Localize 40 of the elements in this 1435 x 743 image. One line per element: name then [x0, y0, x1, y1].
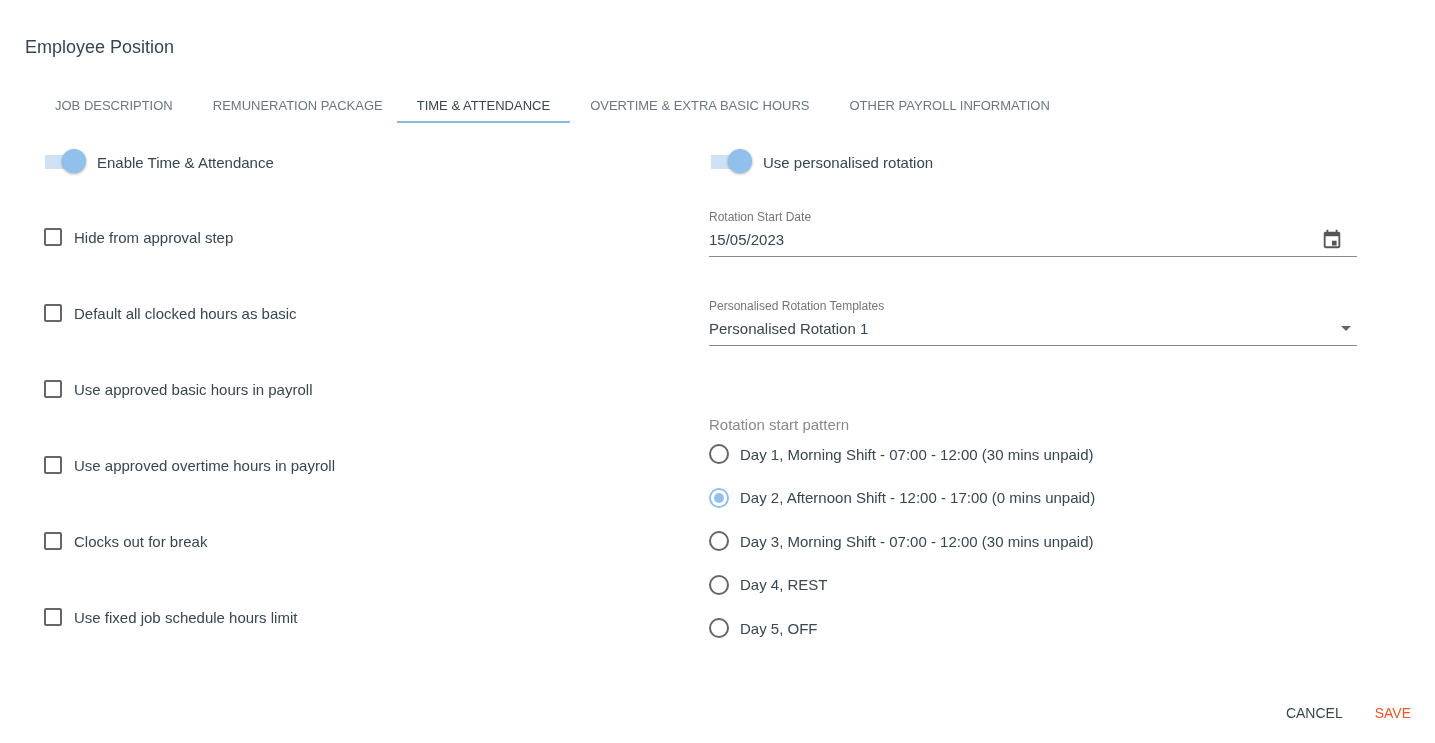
tab[interactable]: OTHER PAYROLL INFORMATION — [829, 89, 1070, 123]
checkbox-label: Default all clocked hours as basic — [74, 304, 297, 322]
save-button[interactable]: SAVE — [1360, 697, 1425, 729]
checkbox-label: Use approved overtime hours in payroll — [74, 456, 335, 474]
toggle-switch[interactable] — [709, 149, 753, 175]
field-label: Personalised Rotation Templates — [709, 299, 886, 313]
date-field[interactable]: 15/05/2023 — [709, 224, 1357, 257]
checkbox[interactable] — [44, 304, 62, 322]
radio-button[interactable] — [709, 444, 729, 464]
radio-button[interactable] — [709, 487, 729, 508]
field-label: Rotation Start Date — [709, 210, 813, 224]
checkbox[interactable] — [44, 608, 62, 626]
checkbox[interactable] — [44, 228, 62, 246]
radio-label: Day 4, REST — [740, 576, 828, 593]
template-dropdown[interactable]: Personalised Rotation 1 — [709, 313, 1357, 346]
tab[interactable]: JOB DESCRIPTION — [35, 89, 193, 123]
radio-label: Day 2, Afternoon Shift - 12:00 - 17:00 (0 mins unpaid) — [740, 489, 1096, 506]
calendar-icon[interactable] — [1321, 228, 1343, 250]
checkbox-label: Use fixed job schedule hours limit — [74, 608, 298, 626]
checkbox[interactable] — [44, 456, 62, 474]
tab[interactable]: OVERTIME & EXTRA BASIC HOURS — [570, 89, 830, 123]
radio-group-label: Rotation start pattern — [709, 416, 851, 435]
checkbox-label: Use approved basic hours in payroll — [74, 380, 313, 398]
radio-label: Day 1, Morning Shift - 07:00 - 12:00 (30 mins unpaid) — [740, 445, 1094, 463]
checkbox[interactable] — [44, 380, 62, 398]
radio-label: Day 5, OFF — [740, 619, 818, 637]
checkbox-label: Hide from approval step — [74, 228, 234, 246]
checkbox-label: Clocks out for break — [74, 532, 208, 550]
toggle-switch[interactable] — [43, 149, 87, 175]
dialog-title: Employee Position — [25, 36, 176, 58]
radio-button[interactable] — [709, 618, 729, 638]
toggle-label: Enable Time & Attendance — [97, 153, 274, 171]
radio-button[interactable] — [709, 574, 729, 595]
radio-button[interactable] — [709, 531, 729, 551]
toggle-label: Use personalised rotation — [763, 153, 934, 171]
caret-icon — [1341, 325, 1351, 331]
cancel-button[interactable]: CANCEL — [1271, 697, 1357, 729]
checkbox[interactable] — [44, 532, 62, 550]
tab[interactable]: TIME & ATTENDANCE — [396, 89, 571, 123]
radio-label: Day 3, Morning Shift - 07:00 - 12:00 (30 mins unpaid) — [740, 532, 1094, 550]
